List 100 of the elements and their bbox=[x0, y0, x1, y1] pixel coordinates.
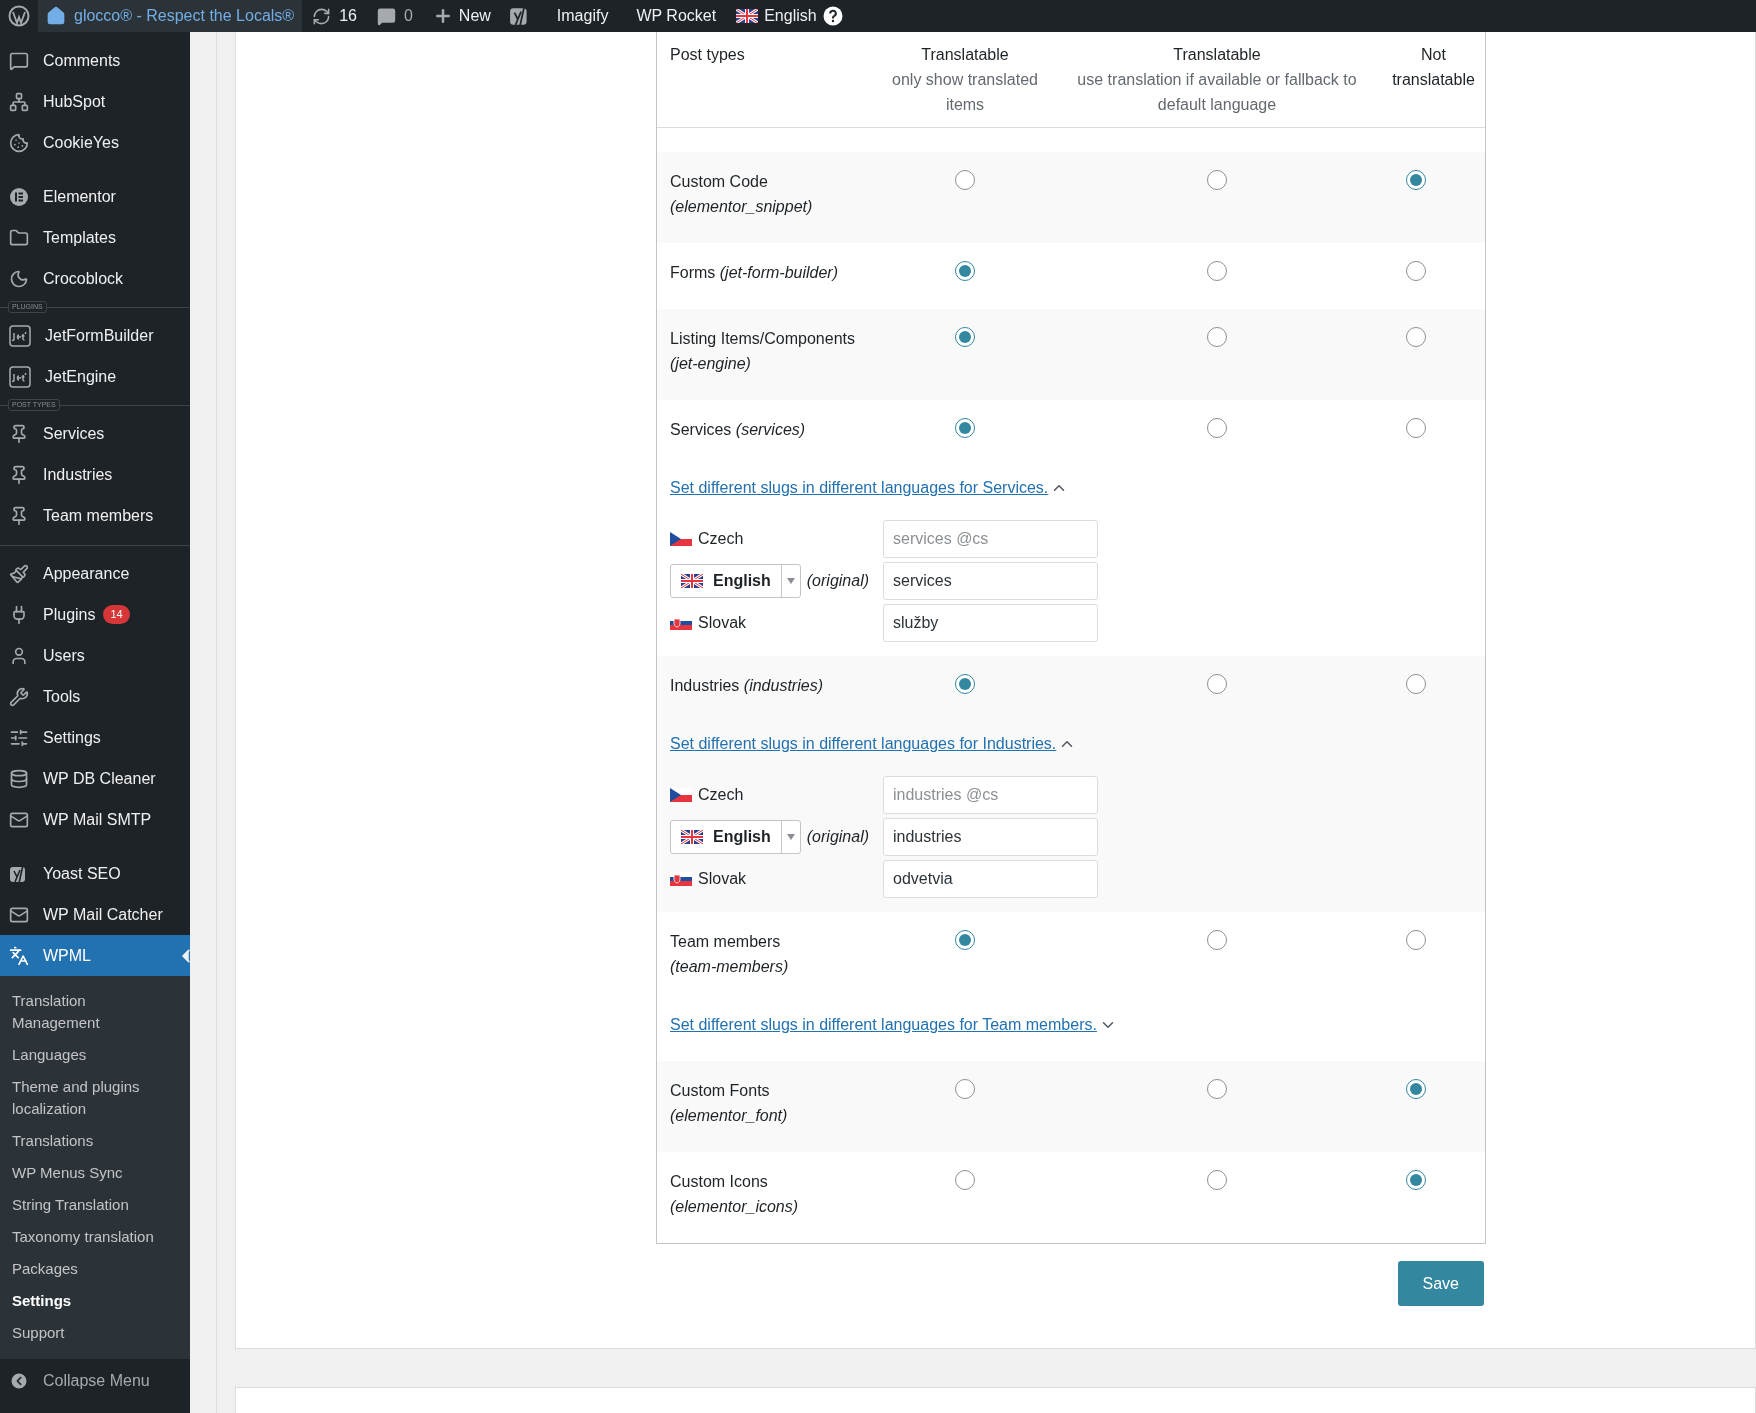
sidebar-item[interactable]: Appearance bbox=[0, 553, 190, 594]
save-button[interactable]: Save bbox=[1397, 1261, 1484, 1306]
sidebar-item[interactable]: CookieYes bbox=[0, 122, 190, 163]
flag-icon bbox=[681, 830, 703, 844]
sidebar-item[interactable]: Plugins 14 bbox=[0, 594, 190, 635]
radio-button[interactable] bbox=[1406, 170, 1426, 190]
sidebar-item[interactable]: Industries bbox=[0, 454, 190, 495]
submenu-item[interactable]: Taxonomy translation bbox=[0, 1221, 190, 1253]
slug-toggle-link[interactable]: Set different slugs in different languages for Team members. bbox=[670, 1013, 1117, 1037]
language-dropdown[interactable]: English bbox=[670, 820, 801, 854]
cookie-icon bbox=[9, 132, 29, 153]
language-dropdown[interactable]: English bbox=[670, 564, 801, 598]
submenu-item[interactable]: Support bbox=[0, 1317, 190, 1349]
slug-field[interactable]: services @cs bbox=[883, 520, 1098, 558]
radio-button[interactable] bbox=[955, 930, 975, 950]
sidebar-item[interactable]: WP Mail Catcher bbox=[0, 894, 190, 935]
radio-button[interactable] bbox=[1406, 261, 1426, 281]
radio-button[interactable] bbox=[1406, 1170, 1426, 1190]
sidebar-item[interactable]: Yoast SEO bbox=[0, 853, 190, 894]
slug-field[interactable]: odvetvia bbox=[883, 860, 1098, 898]
sidebar-item[interactable]: Templates bbox=[0, 217, 190, 258]
radio-button[interactable] bbox=[1406, 930, 1426, 950]
radio-button[interactable] bbox=[1207, 170, 1227, 190]
sidebar-item[interactable]: JetFormBuilder bbox=[0, 315, 190, 356]
toolbar-link[interactable]: WP Rocket bbox=[626, 4, 727, 28]
submenu-item[interactable]: Theme and plugins localization bbox=[0, 1071, 190, 1125]
radio-button[interactable] bbox=[955, 1170, 975, 1190]
submenu-item[interactable]: String Translation bbox=[0, 1189, 190, 1221]
paintbrush-icon bbox=[9, 563, 29, 584]
plugin-logo-icon bbox=[9, 324, 31, 347]
sidebar-item[interactable]: Elementor bbox=[0, 176, 190, 217]
submenu-item[interactable]: Packages bbox=[0, 1253, 190, 1285]
flag-icon bbox=[681, 574, 703, 588]
sidebar-item[interactable]: HubSpot bbox=[0, 81, 190, 122]
flag-icon bbox=[670, 788, 692, 802]
slug-toggle-link[interactable]: Set different slugs in different languages for Industries. bbox=[670, 732, 1077, 756]
updates-link[interactable]: 16 bbox=[302, 0, 367, 32]
new-link[interactable]: New bbox=[422, 0, 501, 32]
toolbar-link[interactable]: Imagify bbox=[546, 4, 619, 28]
slug-field[interactable]: services bbox=[883, 562, 1098, 600]
language-name: Czech bbox=[698, 529, 744, 549]
comments-link[interactable]: 0 bbox=[366, 0, 423, 32]
home-icon bbox=[46, 6, 66, 26]
radio-button[interactable] bbox=[1406, 327, 1426, 347]
radio-button[interactable] bbox=[1406, 674, 1426, 694]
post-type-label: Listing Items/Components (jet-engine) bbox=[669, 329, 856, 374]
comments-count: 0 bbox=[403, 6, 413, 26]
sidebar-item[interactable]: Comments bbox=[0, 40, 190, 81]
sidebar-item[interactable]: Services bbox=[0, 413, 190, 454]
radio-button[interactable] bbox=[955, 170, 975, 190]
wordpress-logo-icon[interactable] bbox=[8, 5, 30, 27]
flag-icon bbox=[670, 616, 692, 630]
submenu-item[interactable]: Languages bbox=[0, 1039, 190, 1071]
sidebar-item[interactable]: WP DB Cleaner bbox=[0, 758, 190, 799]
original-note: (original) bbox=[806, 571, 870, 591]
sidebar-item[interactable]: JetEngine bbox=[0, 356, 190, 397]
sidebar-item[interactable]: WP Mail SMTP bbox=[0, 799, 190, 840]
language-switcher[interactable]: English bbox=[726, 0, 853, 32]
settings-icon bbox=[9, 727, 29, 748]
radio-button[interactable] bbox=[955, 1079, 975, 1099]
submenu-item[interactable]: Translations bbox=[0, 1125, 190, 1157]
sidebar-item[interactable]: WPML bbox=[0, 935, 190, 976]
count-badge: 14 bbox=[103, 605, 130, 624]
column-header: Not translatable bbox=[1391, 45, 1476, 90]
slug-field[interactable]: industries bbox=[883, 818, 1098, 856]
post-type-label: Services (services) bbox=[669, 420, 807, 440]
sidebar-item[interactable]: Team members bbox=[0, 495, 190, 536]
radio-button[interactable] bbox=[1207, 1170, 1227, 1190]
radio-button[interactable] bbox=[1207, 674, 1227, 694]
radio-button[interactable] bbox=[1207, 930, 1227, 950]
sidebar-item[interactable]: Tools bbox=[0, 676, 190, 717]
radio-button[interactable] bbox=[955, 674, 975, 694]
radio-button[interactable] bbox=[1207, 261, 1227, 281]
slug-toggle-link[interactable]: Set different slugs in different languages for Services. bbox=[670, 476, 1069, 500]
radio-button[interactable] bbox=[955, 418, 975, 438]
submenu-item[interactable]: Translation Management bbox=[0, 985, 190, 1039]
pin-icon bbox=[9, 464, 29, 485]
folder-icon bbox=[9, 227, 29, 248]
slug-field[interactable]: služby bbox=[883, 604, 1098, 642]
updates-count: 16 bbox=[339, 6, 357, 26]
submenu-item[interactable]: Settings bbox=[0, 1285, 190, 1317]
radio-button[interactable] bbox=[1406, 1079, 1426, 1099]
radio-button[interactable] bbox=[955, 261, 975, 281]
radio-button[interactable] bbox=[1207, 1079, 1227, 1099]
language-name: Slovak bbox=[698, 869, 747, 889]
collapse-icon bbox=[9, 1371, 29, 1391]
sidebar-item[interactable]: Crocoblock bbox=[0, 258, 190, 299]
pin-icon bbox=[9, 505, 29, 526]
radio-button[interactable] bbox=[955, 327, 975, 347]
submenu-item[interactable]: WP Menus Sync bbox=[0, 1157, 190, 1189]
radio-button[interactable] bbox=[1406, 418, 1426, 438]
sidebar-item[interactable]: Users bbox=[0, 635, 190, 676]
radio-button[interactable] bbox=[1207, 418, 1227, 438]
slug-field[interactable]: industries @cs bbox=[883, 776, 1098, 814]
original-note: (original) bbox=[806, 827, 870, 847]
collapse-menu-button[interactable]: Collapse Menu bbox=[0, 1359, 190, 1403]
column-header: Translatable only show translated items bbox=[891, 45, 1039, 115]
site-name-link[interactable]: glocco® - Respect the Locals® bbox=[38, 0, 303, 32]
radio-button[interactable] bbox=[1207, 327, 1227, 347]
sidebar-item[interactable]: Settings bbox=[0, 717, 190, 758]
